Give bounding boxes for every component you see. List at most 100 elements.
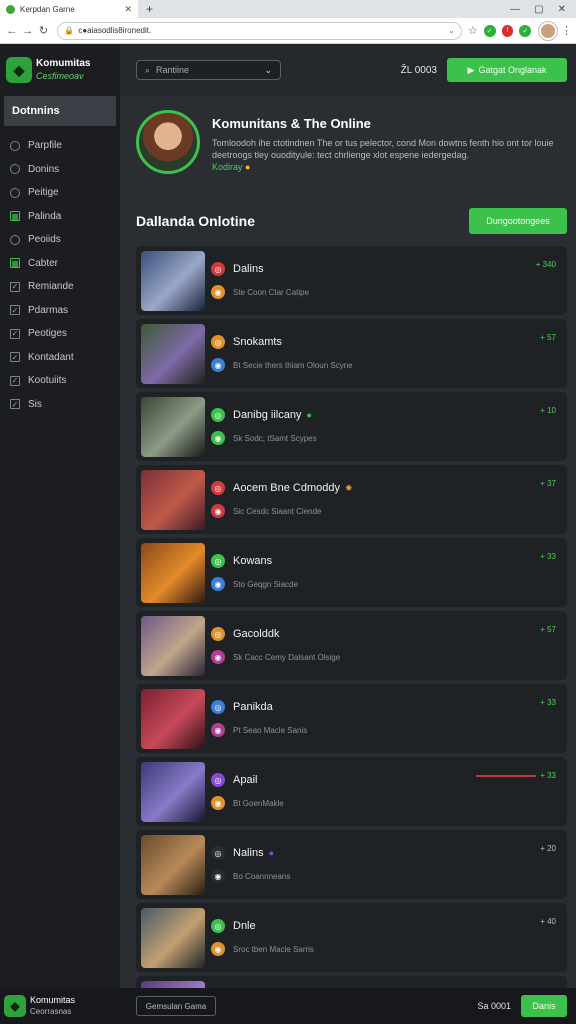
close-window-icon[interactable]: ✕ <box>558 4 566 15</box>
game-card[interactable]: ◎ Danibg iilcany ● ◉ Sk Sodc, tSamt Scypes + … <box>136 392 567 461</box>
sidebar-item[interactable]: Donins <box>0 158 120 182</box>
sidebar-item[interactable]: Parpfile <box>0 134 120 158</box>
browser-tab[interactable]: Kerpdan Garne ✕ <box>0 0 138 18</box>
back-icon[interactable]: ← <box>4 25 20 37</box>
game-type-icon: ◎ <box>211 919 225 933</box>
game-thumbnail[interactable] <box>141 542 205 603</box>
game-thumbnail[interactable] <box>141 834 205 895</box>
sidebar-item[interactable]: ▦ Palinda <box>0 205 120 229</box>
game-card[interactable]: ◎ Panikda ◉ Pt Seao Macle Sanis + 33 <box>136 684 567 753</box>
bottom-coin-balance: Sa 0001 <box>477 1001 511 1011</box>
game-card[interactable]: ◎ Dnle ◉ Sroc tben Macle Sarris + 40 <box>136 903 567 972</box>
sidebar-item[interactable]: ▦ Cabter <box>0 252 120 276</box>
bottom-brand[interactable]: ◆ Komumitas Ceorrasnas <box>4 995 136 1017</box>
game-subtitle: Sk Cacc Cemy Dalsant Olsige <box>233 652 341 662</box>
game-score-value: + 57 <box>540 625 556 634</box>
community-avatar[interactable] <box>136 110 200 174</box>
new-tab-icon[interactable]: + <box>146 2 153 16</box>
game-type-icon: ◎ <box>211 262 225 276</box>
sidebar-brand[interactable]: ◆ Komumitas Cesfimeoav <box>0 44 120 96</box>
favicon-icon <box>6 4 15 14</box>
game-thumbnail[interactable] <box>141 688 205 749</box>
brand-logo-icon: ◆ <box>4 995 26 1017</box>
game-subtitle: Sic Cesdc Siaant Ciende <box>233 506 322 516</box>
game-subtitle: Sroc tben Macle Sarris <box>233 944 314 954</box>
extension-badge-icon[interactable]: ! <box>501 24 514 37</box>
reload-icon[interactable]: ↻ <box>36 24 52 37</box>
game-genre-icon: ◉ <box>211 577 225 591</box>
game-score: + 20 <box>540 844 556 853</box>
check-icon: ✓ <box>10 328 20 339</box>
game-genre-icon: ◉ <box>211 723 225 737</box>
game-type-icon: ◎ <box>211 627 225 641</box>
game-thumbnail[interactable] <box>141 250 205 311</box>
game-card[interactable]: ◎ Apail ◉ Bt GoenMakle + 33 <box>136 757 567 826</box>
game-score-value: + 40 <box>540 917 556 926</box>
minimize-icon[interactable]: — <box>510 4 520 15</box>
extension-check-icon[interactable]: ✓ <box>519 24 532 37</box>
brand-title: Komumitas <box>36 58 91 69</box>
chevron-down-icon[interactable]: ⌄ <box>448 26 455 35</box>
game-card[interactable]: ◎ Dalins ◉ Ste Coon Ctar Catipe + 340 <box>136 246 567 315</box>
sidebar-item[interactable]: ✓ Pdarmas <box>0 299 120 323</box>
sidebar-item-label: Kontadant <box>28 351 74 363</box>
sidebar-item[interactable]: Peitige <box>0 181 120 205</box>
game-card[interactable]: ◎ Snokamts ◉ Bt Secie thers thiam Oloun Scy… <box>136 319 567 388</box>
forward-icon[interactable]: → <box>20 25 36 37</box>
game-card[interactable]: ◎ Gacolddk ◉ Sk Cacc Cemy Dalsant Olsige + 5… <box>136 611 567 680</box>
game-genre-icon: ◉ <box>211 431 225 445</box>
game-type-icon: ◎ <box>211 846 225 860</box>
bookmark-star-icon[interactable]: ☆ <box>468 24 478 37</box>
search-select[interactable]: ⌕ Rantiine ⌄ <box>136 60 281 80</box>
browser-menu-icon[interactable]: ⋮ <box>561 24 572 37</box>
maximize-icon[interactable]: ▢ <box>534 4 543 15</box>
dot-badge-icon: ● <box>268 848 275 858</box>
game-thumbnail[interactable] <box>141 761 205 822</box>
sidebar-item[interactable]: ✓ Sis <box>0 393 120 417</box>
game-type-icon: ◎ <box>211 335 225 349</box>
sidebar-item[interactable]: ✓ Kootuiits <box>0 369 120 393</box>
profile-avatar[interactable] <box>539 21 557 40</box>
game-thumbnail[interactable] <box>141 907 205 968</box>
game-card[interactable]: ◎ Kowans ◉ Sto Geqgn Siacde + 33 <box>136 538 567 607</box>
extension-check-icon[interactable]: ✓ <box>483 24 496 37</box>
community-profile: Komunitans & The Online Tomloodoh ihe ct… <box>136 104 567 184</box>
game-score: + 33 <box>476 771 556 780</box>
sidebar-item[interactable]: ✓ Remiande <box>0 275 120 299</box>
game-genre-icon: ◉ <box>211 796 225 810</box>
game-card[interactable]: ◎ Aocem Bne Cdmoddy ✸ ◉ Sic Cesdc Siaant Cie… <box>136 465 567 534</box>
section-title: Dallanda Onlotine <box>136 213 256 229</box>
game-score-value: + 57 <box>540 333 556 342</box>
check-icon: ✓ <box>10 281 20 292</box>
sidebar-item-active[interactable]: Dotnnins <box>4 96 116 126</box>
game-subtitle: Sk Sodc, tSamt Scypes <box>233 433 317 443</box>
game-card[interactable]: ◎ Nalins ● ◉ Bo Coannneans + 20 <box>136 830 567 899</box>
game-type-icon: ◎ <box>211 773 225 787</box>
bottom-outline-button[interactable]: Gemsulan Gama <box>136 996 216 1016</box>
section-action-button[interactable]: Dungootongees <box>469 208 567 234</box>
sidebar-item-label: Kootuiits <box>28 375 67 387</box>
game-score: + 37 <box>540 479 556 488</box>
close-tab-icon[interactable]: ✕ <box>124 4 132 15</box>
game-score: + 33 <box>540 552 556 561</box>
sidebar-item-label: Sis <box>28 398 42 410</box>
sidebar-list: Parpfile Donins Peitige ▦ Palinda Peoiids ▦ Cab… <box>0 134 120 416</box>
game-subtitle: Sto Geqgn Siacde <box>233 579 298 589</box>
bottom-action-button[interactable]: Danis <box>521 995 567 1017</box>
game-thumbnail[interactable] <box>141 615 205 676</box>
url-text: c●aiasodlis8ironedit. <box>78 26 152 35</box>
main-content: ⌕ Rantiine ⌄ ŽL 0003 ▶ Gatgat Onglanak K… <box>120 44 576 1024</box>
sidebar-item[interactable]: ✓ Kontadant <box>0 346 120 370</box>
game-type-icon: ◎ <box>211 408 225 422</box>
sidebar-item[interactable]: Peoiids <box>0 228 120 252</box>
sidebar-item[interactable]: ✓ Peotiges <box>0 322 120 346</box>
game-thumbnail[interactable] <box>141 396 205 457</box>
brand-logo-icon: ◆ <box>6 57 32 83</box>
game-type-icon: ◎ <box>211 700 225 714</box>
top-action-button[interactable]: ▶ Gatgat Onglanak <box>447 58 567 82</box>
url-field[interactable]: 🔒 c●aiasodlis8ironedit. ⌄ <box>57 21 462 40</box>
game-thumbnail[interactable] <box>141 469 205 530</box>
game-thumbnail[interactable] <box>141 323 205 384</box>
status-dot-icon: ● <box>245 162 251 172</box>
search-placeholder: Rantiine <box>156 65 190 75</box>
